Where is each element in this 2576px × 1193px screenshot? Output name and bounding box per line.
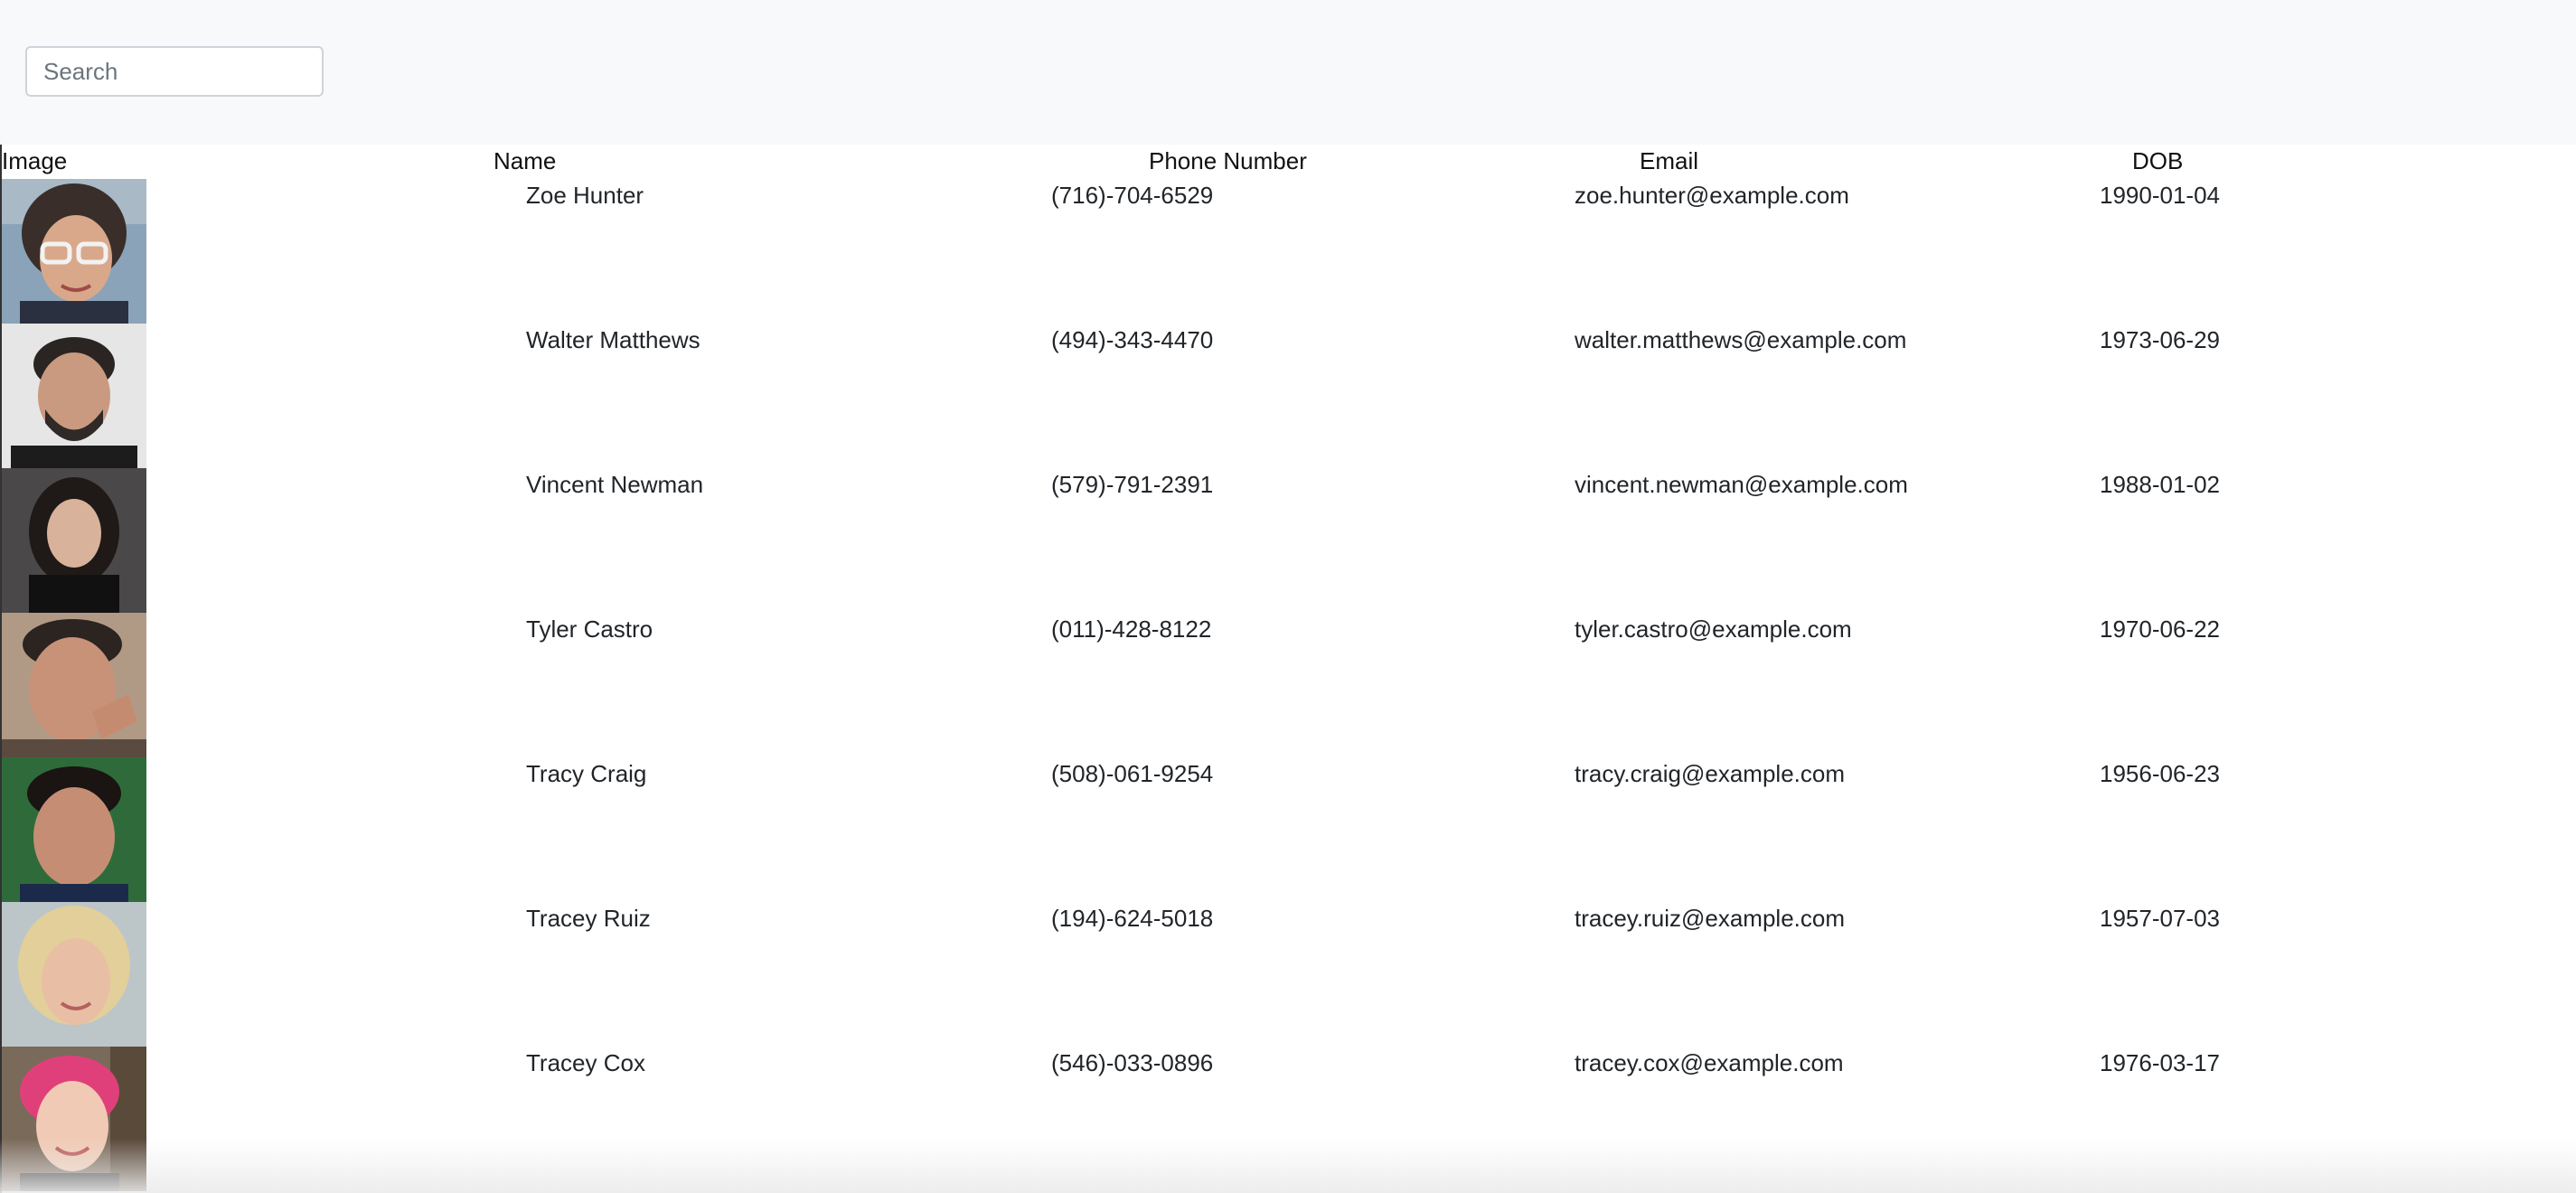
cell-dob: 1990-01-04 (2100, 182, 2220, 209)
cell-dob: 1973-06-29 (2100, 326, 2220, 353)
cell-email: vincent.newman@example.com (1575, 471, 1908, 498)
header-phone: Phone Number (1149, 147, 1307, 174)
cell-email: zoe.hunter@example.com (1575, 182, 1849, 209)
cell-name: Walter Matthews (526, 326, 700, 353)
avatar (2, 613, 146, 757)
cell-email: tracey.ruiz@example.com (1575, 905, 1845, 932)
table-row: Tracey Ruiz (194)-624-5018 tracey.ruiz@e… (0, 902, 2576, 1047)
table-row: Vincent Newman (579)-791-2391 vincent.ne… (0, 468, 2576, 613)
cell-dob: 1956-06-23 (2100, 760, 2220, 787)
cell-phone: (508)-061-9254 (1051, 760, 1214, 787)
search-bar-area (0, 0, 2576, 145)
table-row: Zoe Hunter (716)-704-6529 zoe.hunter@exa… (0, 179, 2576, 324)
cell-dob: 1970-06-22 (2100, 615, 2220, 643)
cell-name: Tracey Cox (526, 1049, 645, 1076)
table-row: Tracey Cox (546)-033-0896 tracey.cox@exa… (0, 1047, 2576, 1191)
cell-phone: (716)-704-6529 (1051, 182, 1214, 209)
cell-phone: (546)-033-0896 (1051, 1049, 1214, 1076)
cell-email: tyler.castro@example.com (1575, 615, 1852, 643)
cell-dob: 1976-03-17 (2100, 1049, 2220, 1076)
cell-email: tracey.cox@example.com (1575, 1049, 1844, 1076)
cell-name: Tyler Castro (526, 615, 653, 643)
header-dob: DOB (2132, 147, 2184, 174)
cell-email: walter.matthews@example.com (1575, 326, 1907, 353)
cell-phone: (194)-624-5018 (1051, 905, 1214, 932)
cell-dob: 1988-01-02 (2100, 471, 2220, 498)
avatar (2, 324, 146, 468)
header-image: Image (2, 147, 68, 174)
table-row: Walter Matthews (494)-343-4470 walter.ma… (0, 324, 2576, 468)
avatar (2, 757, 146, 902)
cell-phone: (011)-428-8122 (1051, 615, 1212, 643)
cell-phone: (494)-343-4470 (1051, 326, 1214, 353)
avatar (2, 1047, 146, 1191)
cell-dob: 1957-07-03 (2100, 905, 2220, 932)
table-row: Tyler Castro (011)-428-8122 tyler.castro… (0, 613, 2576, 757)
table-header: Image Name Phone Number Email DOB (0, 145, 2576, 177)
table-body: Zoe Hunter (716)-704-6529 zoe.hunter@exa… (0, 179, 2576, 1191)
avatar (2, 902, 146, 1047)
cell-name: Zoe Hunter (526, 182, 644, 209)
avatar (2, 179, 146, 324)
header-email: Email (1640, 147, 1699, 174)
cell-name: Vincent Newman (526, 471, 704, 498)
cell-name: Tracy Craig (526, 760, 647, 787)
cell-email: tracy.craig@example.com (1575, 760, 1845, 787)
search-input[interactable] (25, 46, 324, 97)
avatar (2, 468, 146, 613)
table-row: Tracy Craig (508)-061-9254 tracy.craig@e… (0, 757, 2576, 902)
cell-name: Tracey Ruiz (526, 905, 651, 932)
cell-phone: (579)-791-2391 (1051, 471, 1214, 498)
header-name: Name (494, 147, 557, 174)
